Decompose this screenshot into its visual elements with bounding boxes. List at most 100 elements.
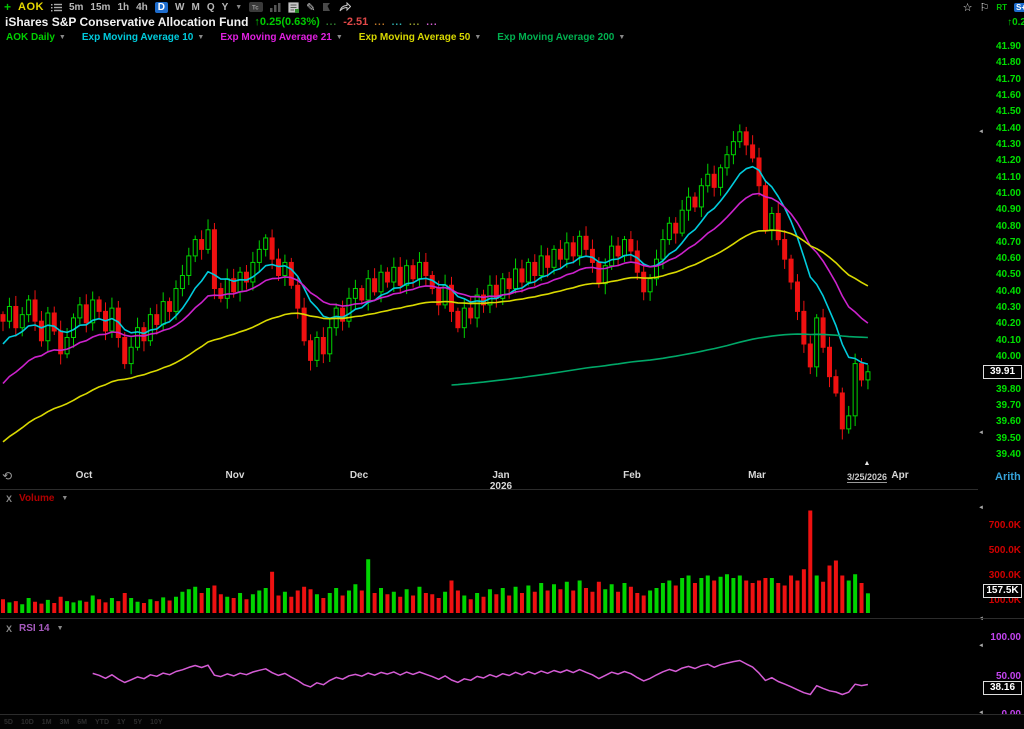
zoom-preset-button[interactable]: 6M [77, 719, 87, 726]
notes-icon[interactable] [288, 2, 299, 13]
legend-ema50[interactable]: Exp Moving Average 50▼ [359, 32, 481, 43]
candle-body [315, 337, 319, 360]
volume-bar [161, 597, 165, 613]
candle-body [264, 238, 268, 249]
refresh-icon[interactable]: ⟲ [2, 469, 12, 483]
date-axis[interactable]: OctNovDecJan2026FebMarApr▲3/25/2026 [0, 466, 984, 490]
candle-body [123, 337, 127, 363]
zoom-preset-button[interactable]: YTD [95, 719, 109, 726]
candle-body [385, 272, 389, 282]
price-tick-label: 39.60 [984, 416, 1021, 427]
volume-bar [417, 587, 421, 613]
timeframe-4h[interactable]: 4h [136, 2, 148, 13]
volume-bar [238, 593, 242, 613]
stat-dots-3: ... [392, 17, 403, 28]
zoom-preset-button[interactable]: 5D [4, 719, 13, 726]
price-tick-label: 40.40 [984, 286, 1021, 297]
timeframe-yearly[interactable]: Y [222, 2, 229, 13]
toolbar: + AOK 5m 15m 1h 4h D W M Q Y ▼ Tc ✎ ☆ [0, 0, 1024, 14]
rsi-canvas[interactable] [0, 620, 984, 715]
timeframe-quarterly[interactable]: Q [207, 2, 215, 13]
svg-text:Tc: Tc [252, 6, 259, 12]
volume-bar [539, 583, 543, 613]
flag-icon[interactable]: ⚐ [979, 1, 989, 14]
chevron-down-icon[interactable]: ▼ [197, 34, 204, 41]
splus-badge[interactable]: S+ [1014, 3, 1024, 12]
legend-ema21[interactable]: Exp Moving Average 21▼ [220, 32, 342, 43]
date-marker-label[interactable]: 3/25/2026 [847, 472, 887, 483]
right-change-label: ↑0.2 [1007, 17, 1024, 28]
price-tick-label: 41.70 [984, 74, 1021, 85]
favorite-star-icon[interactable]: ☆ [963, 1, 973, 14]
zoom-preset-button[interactable]: 10Y [150, 719, 162, 726]
volume-bar [174, 597, 178, 613]
chevron-down-icon[interactable]: ▼ [336, 34, 343, 41]
zoom-preset-button[interactable]: 5Y [134, 719, 143, 726]
volume-bar [622, 583, 626, 613]
price-tick-label: 40.30 [984, 302, 1021, 313]
zoom-preset-button[interactable]: 1Y [117, 719, 126, 726]
candle-body [148, 315, 152, 341]
chevron-down-icon[interactable]: ▼ [618, 34, 625, 41]
candle-body [821, 318, 825, 347]
price-tick-label: 39.50 [984, 433, 1021, 444]
drawing-pencil-icon[interactable]: ✎ [306, 1, 315, 14]
timeframe-1h[interactable]: 1h [117, 2, 129, 13]
scale-mode-label[interactable]: Arith [995, 471, 1021, 483]
volume-bar [507, 596, 511, 614]
candle-body [341, 308, 345, 321]
candle-body [7, 306, 11, 321]
volume-bar [783, 586, 787, 614]
volume-bar [373, 593, 377, 613]
volume-bar [860, 583, 864, 613]
chevron-down-icon[interactable]: ▼ [474, 34, 481, 41]
timeframe-dropdown-icon[interactable]: ▼ [235, 4, 242, 11]
legend-ema10[interactable]: Exp Moving Average 10▼ [82, 32, 204, 43]
volume-bar [795, 581, 799, 614]
chevron-down-icon[interactable]: ▼ [59, 34, 66, 41]
volume-bar [789, 576, 793, 614]
price-tick-label: 40.20 [984, 318, 1021, 329]
share-icon[interactable] [339, 2, 351, 12]
candle-body [456, 311, 460, 327]
volume-bar [558, 589, 562, 613]
price-tick-label: 41.80 [984, 57, 1021, 68]
zoom-preset-button[interactable]: 3M [60, 719, 70, 726]
volume-bar [277, 596, 281, 614]
timeframe-5m[interactable]: 5m [69, 2, 83, 13]
last-volume-box: 157.5K [983, 584, 1022, 598]
candle-body [206, 230, 210, 250]
timeframe-weekly[interactable]: W [175, 2, 184, 13]
timeframe-daily[interactable]: D [155, 2, 168, 13]
legend-ema200[interactable]: Exp Moving Average 200▼ [497, 32, 625, 43]
volume-bar [744, 581, 748, 614]
zoom-preset-button[interactable]: 10D [21, 719, 34, 726]
candle-body [283, 262, 287, 275]
candle-body [411, 266, 415, 279]
candle-body [514, 269, 518, 289]
candle-body [699, 186, 703, 207]
timeframe-15m[interactable]: 15m [90, 2, 110, 13]
volume-bar [405, 589, 409, 613]
timeframe-monthly[interactable]: M [191, 2, 199, 13]
volume-bar [302, 587, 306, 613]
zoom-preset-button[interactable]: 1M [42, 719, 52, 726]
chart-type-icon[interactable]: Tc [249, 2, 263, 12]
indicator-bars-icon[interactable] [270, 2, 281, 12]
candle-body [828, 347, 832, 376]
candle-body [270, 238, 274, 259]
volume-bar [20, 604, 24, 613]
volume-bar [379, 588, 383, 613]
price-tick-label: 40.60 [984, 253, 1021, 264]
candle-body [526, 262, 530, 282]
tag-icon[interactable] [322, 2, 332, 12]
price-chart-canvas[interactable] [0, 45, 984, 466]
candle-body [610, 246, 614, 266]
symbol-label[interactable]: AOK [18, 1, 44, 13]
watchlist-icon[interactable] [51, 3, 62, 12]
legend-symbol-daily[interactable]: AOK Daily▼ [6, 32, 66, 43]
volume-canvas[interactable] [0, 490, 984, 618]
volume-bar [449, 581, 453, 614]
volume-bar [334, 588, 338, 613]
add-symbol-icon[interactable]: + [4, 0, 11, 14]
